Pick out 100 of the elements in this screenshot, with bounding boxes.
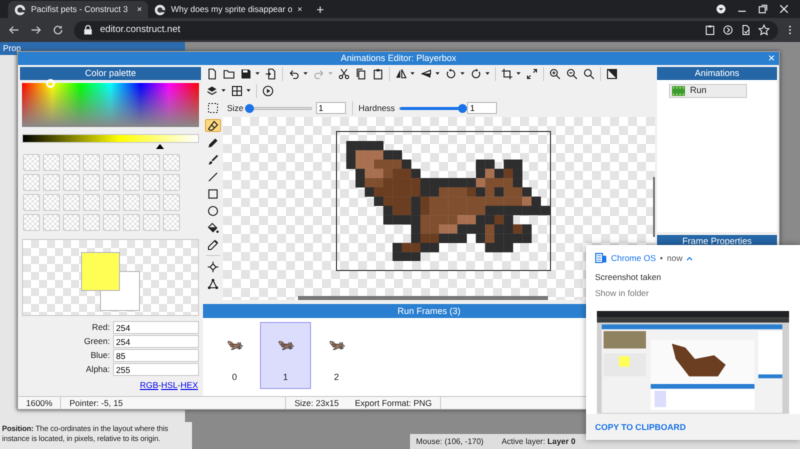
color-swatch[interactable] xyxy=(143,174,160,192)
color-swatch[interactable] xyxy=(103,194,120,212)
color-swatch[interactable] xyxy=(83,194,100,212)
color-swatch[interactable] xyxy=(103,174,120,192)
undo-icon[interactable] xyxy=(288,68,300,80)
circle-icon[interactable] xyxy=(207,204,219,216)
color-swatch[interactable] xyxy=(63,194,80,212)
reload-icon[interactable] xyxy=(52,24,64,36)
caret-icon[interactable] xyxy=(303,71,308,76)
color-swatch[interactable] xyxy=(143,214,160,232)
mirror-icon[interactable] xyxy=(395,68,407,80)
crosshair-icon[interactable] xyxy=(207,260,219,272)
color-swatch[interactable] xyxy=(63,214,80,232)
dropdown-icon[interactable] xyxy=(715,3,727,15)
color-swatch[interactable] xyxy=(163,154,180,172)
mode-link[interactable]: HEX xyxy=(180,380,198,390)
address-bar[interactable]: editor.construct.net xyxy=(74,20,778,40)
color-swatch[interactable] xyxy=(23,174,40,192)
color-swatch[interactable] xyxy=(83,174,100,192)
color-swatch[interactable] xyxy=(23,154,40,172)
close-icon[interactable] xyxy=(778,3,790,15)
tab-close-button[interactable]: × xyxy=(297,3,302,16)
menu-icon[interactable] xyxy=(788,24,792,36)
frame-tile[interactable]: 2 xyxy=(311,322,362,389)
color-swatch[interactable] xyxy=(83,214,100,232)
color-swatch[interactable] xyxy=(103,214,120,232)
color-swatch[interactable] xyxy=(23,194,40,212)
color-swatch[interactable] xyxy=(163,214,180,232)
secondary-color[interactable] xyxy=(100,271,140,312)
color-swatch[interactable] xyxy=(43,194,60,212)
color-swatch[interactable] xyxy=(163,174,180,192)
color-swatch[interactable] xyxy=(83,154,100,172)
color-swatch[interactable] xyxy=(43,174,60,192)
browser-tab[interactable]: Pacifist pets - Construct 3 × xyxy=(8,1,148,18)
caret-icon[interactable] xyxy=(410,71,415,76)
primary-color[interactable] xyxy=(80,252,120,292)
back-icon[interactable] xyxy=(8,24,20,36)
eyedropper-icon[interactable] xyxy=(207,238,219,250)
picker-handle[interactable] xyxy=(46,79,56,88)
grid-icon[interactable] xyxy=(231,84,243,96)
size-slider[interactable] xyxy=(248,106,312,110)
eraser-icon[interactable] xyxy=(207,120,219,132)
caret-icon[interactable] xyxy=(246,88,251,93)
color-swatch[interactable] xyxy=(23,214,40,232)
caret-icon[interactable] xyxy=(485,71,490,76)
rotate-right-icon[interactable] xyxy=(470,68,482,80)
frame-tile[interactable]: 0 xyxy=(209,322,260,389)
text-field[interactable]: 85 xyxy=(113,349,199,362)
restore-icon[interactable] xyxy=(757,3,769,15)
star-icon[interactable] xyxy=(758,24,770,36)
brightness-marker[interactable] xyxy=(156,144,164,149)
line-icon[interactable] xyxy=(207,170,219,182)
color-swatch[interactable] xyxy=(123,154,140,172)
color-swatch[interactable] xyxy=(43,214,60,232)
caret-icon[interactable] xyxy=(460,71,465,76)
text-field[interactable]: 255 xyxy=(113,363,199,376)
color-swatch[interactable] xyxy=(43,154,60,172)
number-field[interactable]: 1 xyxy=(466,102,497,114)
selection-icon[interactable] xyxy=(207,102,219,114)
mode-link[interactable]: RGB xyxy=(140,380,158,390)
color-swatch[interactable] xyxy=(143,154,160,172)
chevron-up-icon[interactable] xyxy=(686,256,694,261)
file-icon[interactable] xyxy=(740,24,752,36)
color-swatch[interactable] xyxy=(63,174,80,192)
caret-icon[interactable] xyxy=(516,71,521,76)
scrollbar[interactable] xyxy=(653,177,655,237)
rotate-left-icon[interactable] xyxy=(445,68,457,80)
pencil-icon[interactable] xyxy=(207,136,219,148)
layers-icon[interactable] xyxy=(206,84,218,96)
brush-icon[interactable] xyxy=(207,154,219,166)
frame-tile[interactable]: 1 xyxy=(260,322,311,389)
color-swatch[interactable] xyxy=(143,194,160,212)
animation-item[interactable]: Run xyxy=(669,84,747,98)
flip-icon[interactable] xyxy=(420,68,432,80)
paint-bucket-icon[interactable] xyxy=(207,222,219,234)
browser-tab[interactable]: Why does my sprite disappear o × xyxy=(148,1,308,18)
slider-thumb[interactable] xyxy=(244,104,254,112)
close-button[interactable]: × xyxy=(768,50,775,66)
tab-close-button[interactable]: × xyxy=(137,3,142,16)
save-icon[interactable] xyxy=(240,68,252,80)
color-swatch[interactable] xyxy=(163,194,180,212)
mode-link[interactable]: HSL xyxy=(161,380,178,390)
caret-icon[interactable] xyxy=(435,71,440,76)
scrollbar[interactable] xyxy=(298,296,548,300)
forward-icon[interactable] xyxy=(30,24,42,36)
rectangle-icon[interactable] xyxy=(207,188,219,200)
color-swatch[interactable] xyxy=(103,154,120,172)
caret-icon[interactable] xyxy=(221,88,226,93)
number-field[interactable]: 1 xyxy=(316,102,346,114)
new-tab-button[interactable]: + xyxy=(316,2,324,18)
color-swatch[interactable] xyxy=(123,174,140,192)
color-swatch[interactable] xyxy=(123,194,140,212)
crop-icon[interactable] xyxy=(501,68,513,80)
slider-thumb[interactable] xyxy=(458,104,467,112)
polygon-icon[interactable] xyxy=(207,278,219,290)
text-field[interactable]: 254 xyxy=(113,335,199,348)
caret-icon[interactable] xyxy=(255,71,260,76)
color-swatch[interactable] xyxy=(63,154,80,172)
text-field[interactable]: 254 xyxy=(113,321,199,334)
color-swatch[interactable] xyxy=(123,214,140,232)
